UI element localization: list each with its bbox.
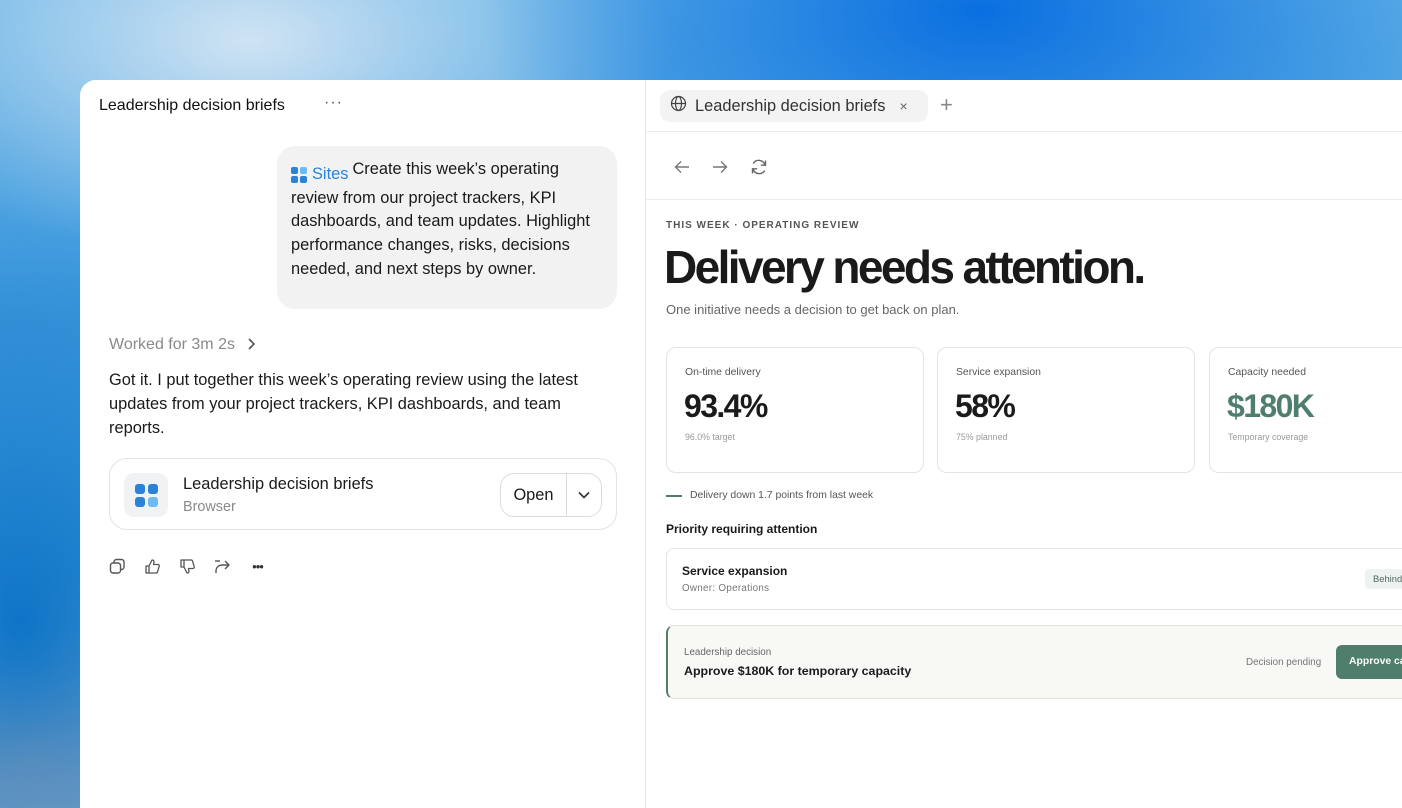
app-window: Leadership decision briefs ··· Sites Cre…	[80, 80, 1402, 808]
copy-icon[interactable]	[109, 558, 126, 575]
trend-note: Delivery down 1.7 points from last week	[666, 490, 873, 501]
priority-item[interactable]: Service expansion Owner: Operations Behi…	[666, 548, 1402, 610]
sites-icon	[291, 167, 307, 183]
page-headline: Delivery needs attention.	[664, 241, 1146, 293]
kpi-label: Service expansion	[956, 367, 1041, 378]
sites-app-icon	[124, 473, 168, 517]
worked-for-label: Worked for 3m 2s	[109, 336, 235, 353]
open-options-dropdown[interactable]	[567, 486, 601, 504]
sites-tag-label: Sites	[312, 165, 349, 184]
assistant-reply: Got it. I put together this week’s opera…	[109, 371, 578, 437]
forward-arrow-icon[interactable]	[712, 160, 728, 174]
artifact-title: Leadership decision briefs	[183, 475, 374, 493]
browser-tab[interactable]: Leadership decision briefs ×	[660, 90, 928, 122]
page-subhead: One initiative needs a decision to get b…	[666, 302, 960, 317]
close-tab-icon[interactable]: ×	[899, 98, 907, 114]
chevron-down-icon	[578, 486, 590, 504]
kpi-value: 93.4%	[684, 388, 768, 424]
approve-capacity-button[interactable]: Approve capacity	[1336, 645, 1402, 679]
kpi-card-service-expansion: Service expansion 58% 75% planned	[937, 347, 1195, 473]
status-badge: Behind	[1365, 569, 1402, 589]
tab-bar: Leadership decision briefs × +	[646, 80, 1402, 132]
trend-line-marker	[666, 494, 682, 497]
decision-title: Approve $180K for temporary capacity	[684, 664, 912, 678]
kpi-value: $180K	[1227, 388, 1315, 424]
globe-icon	[670, 95, 687, 117]
priority-title: Service expansion	[682, 564, 788, 578]
open-button[interactable]: Open	[501, 474, 567, 516]
page-eyebrow: THIS WEEK · OPERATING REVIEW	[666, 220, 860, 231]
artifact-card[interactable]: Leadership decision briefs Browser Open	[109, 458, 617, 530]
kpi-note: 75% planned	[956, 432, 1008, 442]
kpi-card-on-time-delivery: On-time delivery 93.4% 96.0% target	[666, 347, 924, 473]
chat-more-button[interactable]: ···	[324, 94, 343, 112]
back-arrow-icon[interactable]	[674, 160, 690, 174]
decision-card: Leadership decision Approve $180K for te…	[666, 625, 1402, 699]
user-message-bubble: Sites Create this week’s operating revie…	[277, 146, 617, 309]
kpi-label: On-time delivery	[685, 367, 761, 378]
kpi-note: Temporary coverage	[1228, 432, 1309, 442]
message-actions: •••	[109, 558, 266, 575]
kpi-value: 58%	[955, 388, 1016, 424]
navigation-bar	[646, 132, 1402, 200]
open-split-button: Open	[500, 473, 602, 517]
chat-pane: Leadership decision briefs ··· Sites Cre…	[80, 80, 645, 808]
kpi-label: Capacity needed	[1228, 367, 1306, 378]
new-tab-button[interactable]: +	[940, 92, 953, 118]
sites-tag[interactable]: Sites	[291, 163, 348, 187]
decision-label: Leadership decision	[684, 647, 772, 658]
priority-section-title: Priority requiring attention	[666, 522, 818, 536]
artifact-subtitle: Browser	[183, 499, 236, 515]
trend-note-text: Delivery down 1.7 points from last week	[690, 490, 874, 501]
worked-for-toggle[interactable]: Worked for 3m 2s	[109, 336, 256, 354]
browser-pane: Leadership decision briefs × + THIS WEEK…	[646, 80, 1402, 808]
kpi-card-capacity-needed: Capacity needed $180K Temporary coverage	[1209, 347, 1402, 473]
thumbs-up-icon[interactable]	[144, 558, 161, 575]
tab-title: Leadership decision briefs	[695, 96, 886, 115]
priority-owner: Owner: Operations	[682, 583, 770, 594]
more-icon[interactable]: •••	[249, 558, 266, 575]
kpi-note: 96.0% target	[685, 432, 735, 442]
chevron-right-icon	[247, 337, 256, 354]
decision-status: Decision pending	[1246, 657, 1322, 668]
reload-icon[interactable]	[750, 158, 768, 176]
share-icon[interactable]	[214, 558, 231, 575]
chat-title: Leadership decision briefs	[99, 97, 285, 114]
thumbs-down-icon[interactable]	[179, 558, 196, 575]
